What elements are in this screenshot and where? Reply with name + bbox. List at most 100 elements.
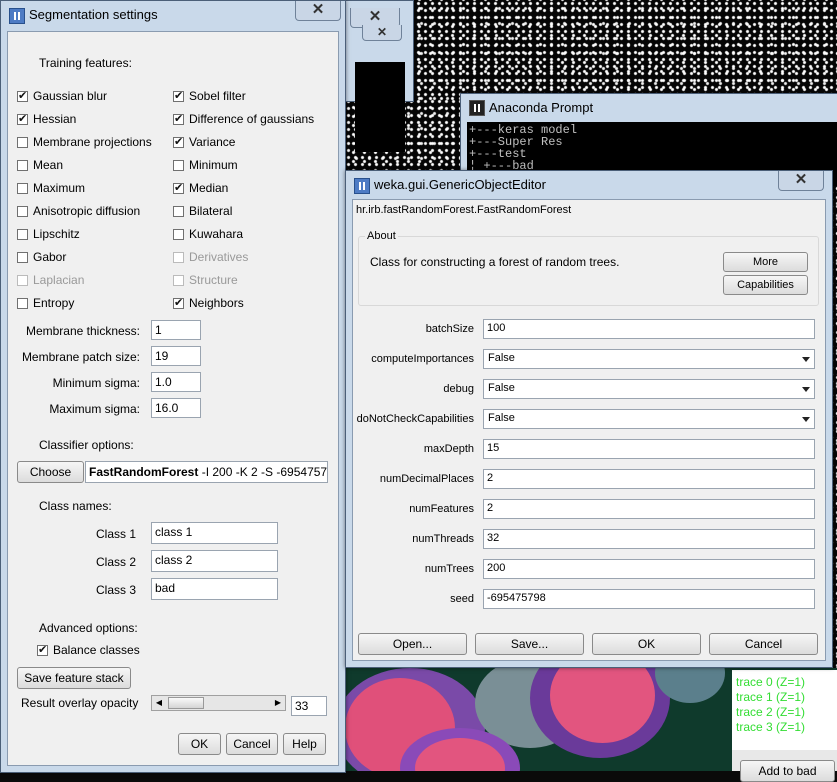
feature-label: Neighbors: [189, 296, 244, 310]
property-field[interactable]: 100: [483, 319, 815, 339]
property-field[interactable]: 15: [483, 439, 815, 459]
help-button[interactable]: Help: [283, 733, 326, 755]
trace-item[interactable]: trace 1 (Z=1): [736, 690, 805, 704]
close-icon[interactable]: ✕: [778, 171, 824, 191]
property-dropdown[interactable]: False: [483, 379, 815, 399]
feature-checkbox-right-2[interactable]: Variance: [173, 134, 235, 150]
feature-checkbox-left-0[interactable]: Gaussian blur: [17, 88, 107, 104]
checkbox-box[interactable]: [17, 182, 28, 194]
weka-cancel-button[interactable]: Cancel: [709, 633, 818, 655]
feature-checkbox-left-6[interactable]: Lipschitz: [17, 226, 80, 242]
checkbox-box[interactable]: [17, 205, 28, 217]
param-field[interactable]: 19: [151, 346, 201, 366]
checkbox-box[interactable]: [173, 228, 184, 240]
imagej-icon: [354, 178, 370, 194]
add-to-bad-button[interactable]: Add to bad: [740, 760, 835, 782]
feature-checkbox-right-4[interactable]: Median: [173, 180, 228, 196]
chevron-down-icon[interactable]: [802, 357, 810, 362]
checkbox-box[interactable]: [17, 297, 28, 309]
feature-checkbox-right-1[interactable]: Difference of gaussians: [173, 111, 314, 127]
trace-item[interactable]: trace 2 (Z=1): [736, 705, 805, 719]
property-dropdown[interactable]: False: [483, 409, 815, 429]
checkbox-box[interactable]: [173, 296, 184, 309]
opacity-value-field[interactable]: 33: [291, 696, 327, 716]
background-close-icon-2[interactable]: ✕: [362, 25, 402, 41]
checkbox-box[interactable]: [37, 643, 48, 656]
property-field[interactable]: 32: [483, 529, 815, 549]
property-field[interactable]: 200: [483, 559, 815, 579]
feature-label: Difference of gaussians: [189, 112, 315, 126]
checkbox-box[interactable]: [173, 205, 184, 217]
open-button[interactable]: Open...: [358, 633, 467, 655]
weka-title: weka.gui.GenericObjectEditor: [374, 177, 546, 192]
feature-label: Laplacian: [33, 273, 85, 287]
balance-classes-checkbox[interactable]: Balance classes: [37, 642, 140, 658]
slider-left-arrow-icon[interactable]: ◀: [152, 696, 166, 710]
feature-checkbox-right-0[interactable]: Sobel filter: [173, 88, 246, 104]
checkbox-box[interactable]: [17, 228, 28, 240]
feature-checkbox-left-7[interactable]: Gabor: [17, 249, 66, 265]
chevron-down-icon[interactable]: [802, 417, 810, 422]
trace-list[interactable]: trace 0 (Z=1) trace 1 (Z=1) trace 2 (Z=1…: [732, 670, 837, 750]
trace-item[interactable]: trace 3 (Z=1): [736, 720, 805, 734]
class-name-field[interactable]: class 1: [151, 522, 278, 544]
opacity-slider[interactable]: ◀ ▶: [151, 695, 286, 711]
checkbox-box[interactable]: [17, 159, 28, 171]
slider-thumb[interactable]: [168, 697, 204, 709]
cancel-button[interactable]: Cancel: [226, 733, 278, 755]
dropdown-value: False: [488, 352, 515, 364]
weka-ok-button[interactable]: OK: [592, 633, 701, 655]
chevron-down-icon[interactable]: [802, 387, 810, 392]
checkbox-box[interactable]: [17, 112, 28, 125]
feature-checkbox-right-9[interactable]: Neighbors: [173, 295, 244, 311]
segmentation-titlebar[interactable]: Segmentation settings ✕: [1, 1, 345, 29]
weka-titlebar[interactable]: weka.gui.GenericObjectEditor ✕: [346, 171, 832, 199]
checkbox-box[interactable]: [17, 136, 28, 148]
checkbox-box[interactable]: [17, 89, 28, 102]
feature-checkbox-left-4[interactable]: Maximum: [17, 180, 85, 196]
class-label: Class 3: [96, 583, 137, 597]
checkbox-box[interactable]: [173, 112, 184, 125]
feature-checkbox-left-9[interactable]: Entropy: [17, 295, 74, 311]
anaconda-window[interactable]: Anaconda Prompt +---keras model +---Supe…: [460, 93, 837, 186]
property-label: numDecimalPlaces: [379, 473, 474, 485]
about-label: About: [365, 230, 398, 242]
param-field[interactable]: 16.0: [151, 398, 201, 418]
weka-save-button[interactable]: Save...: [475, 633, 584, 655]
feature-checkbox-left-2[interactable]: Membrane projections: [17, 134, 152, 150]
classifier-display[interactable]: FastRandomForest -I 200 -K 2 -S -6954757…: [85, 461, 328, 483]
param-field[interactable]: 1: [151, 320, 201, 340]
checkbox-box[interactable]: [173, 135, 184, 148]
class-name-field[interactable]: class 2: [151, 550, 278, 572]
background-window-image: [355, 62, 405, 152]
ok-button[interactable]: OK: [178, 733, 221, 755]
class-label: Class 1: [96, 527, 137, 541]
param-field[interactable]: 1.0: [151, 372, 201, 392]
slider-right-arrow-icon[interactable]: ▶: [271, 696, 285, 710]
capabilities-button[interactable]: Capabilities: [723, 275, 808, 295]
checkbox-box[interactable]: [173, 89, 184, 102]
property-field[interactable]: 2: [483, 499, 815, 519]
feature-checkbox-right-6[interactable]: Kuwahara: [173, 226, 243, 242]
feature-checkbox-left-5[interactable]: Anisotropic diffusion: [17, 203, 140, 219]
choose-button[interactable]: Choose: [17, 461, 84, 483]
checkbox-box[interactable]: [173, 159, 184, 171]
property-dropdown[interactable]: False: [483, 349, 815, 369]
more-button[interactable]: More: [723, 252, 808, 272]
feature-checkbox-left-3[interactable]: Mean: [17, 157, 63, 173]
close-icon[interactable]: ✕: [295, 1, 341, 21]
checkbox-box[interactable]: [17, 251, 28, 263]
class-name-field[interactable]: bad: [151, 578, 278, 600]
feature-label: Membrane projections: [33, 135, 152, 149]
feature-checkbox-right-3[interactable]: Minimum: [173, 157, 238, 173]
trace-item[interactable]: trace 0 (Z=1): [736, 675, 805, 689]
dropdown-value: False: [488, 412, 515, 424]
feature-checkbox-left-1[interactable]: Hessian: [17, 111, 76, 127]
checkbox-box[interactable]: [173, 181, 184, 194]
save-feature-stack-button[interactable]: Save feature stack: [17, 667, 131, 689]
property-field[interactable]: 2: [483, 469, 815, 489]
property-field[interactable]: -695475798: [483, 589, 815, 609]
segmentation-title: Segmentation settings: [29, 7, 158, 22]
feature-checkbox-right-5[interactable]: Bilateral: [173, 203, 232, 219]
feature-checkbox-right-7: Derivatives: [173, 249, 248, 265]
